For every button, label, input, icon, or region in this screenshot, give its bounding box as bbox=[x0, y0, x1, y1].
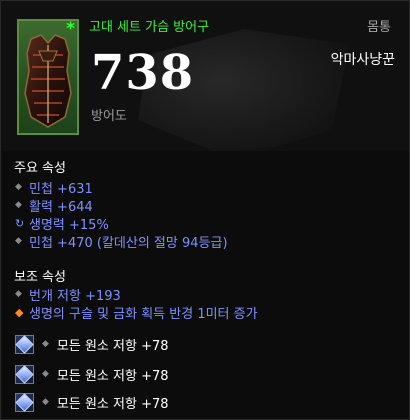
diamond-bullet-icon: ◆ bbox=[42, 397, 49, 407]
primary-attributes-title: 주요 속성 bbox=[14, 161, 66, 176]
socket-bonus-text: 모든 원소 저항 +78 bbox=[56, 368, 169, 384]
diamond-bullet-icon: ◆ bbox=[15, 200, 22, 210]
primary-attribute-text: 민첩 +631 bbox=[29, 181, 93, 197]
chest-armor-icon bbox=[24, 34, 72, 128]
secondary-attributes-title: 보조 속성 bbox=[14, 270, 66, 285]
secondary-attribute-text: 생명의 구슬 및 금화 획득 반경 1미터 증가 bbox=[29, 306, 258, 322]
tooltip-header: * 고대 세트 가슴 방어구 몸통 악마사냥꾼 738 방어도 bbox=[1, 1, 409, 151]
primary-attribute-text: 활력 +644 bbox=[29, 199, 93, 215]
item-name: 고대 세트 가슴 방어구 bbox=[89, 20, 210, 35]
item-class-label: 악마사냥꾼 bbox=[330, 52, 395, 68]
item-tooltip: * 고대 세트 가슴 방어구 몸통 악마사냥꾼 738 방어도 주요 속성 ◆ … bbox=[0, 0, 410, 420]
item-slot-label: 몸통 bbox=[367, 20, 391, 35]
gem-socket-row[interactable]: ◆ 모든 원소 저항 +78 bbox=[15, 390, 169, 414]
item-icon-frame[interactable]: * bbox=[17, 19, 79, 135]
primary-attribute-row: ◆ 민첩 +631 bbox=[15, 178, 93, 197]
diamond-bullet-icon: ◆ bbox=[15, 182, 22, 192]
primary-attribute-text: 생명력 +15% bbox=[29, 217, 109, 233]
diamond-bullet-icon: ◆ bbox=[15, 289, 22, 299]
diamond-bullet-icon: ◆ bbox=[42, 339, 49, 349]
gem-socket-row[interactable]: ◆ 모든 원소 저항 +78 bbox=[15, 362, 169, 386]
socket-bonus-text: 모든 원소 저항 +78 bbox=[56, 396, 169, 412]
socket-bonus-text: 모든 원소 저항 +78 bbox=[56, 338, 169, 354]
primary-attribute-row: ↻ 생명력 +15% bbox=[15, 214, 109, 233]
primary-attribute-text: 민첩 +470 (칼데산의 절망 94등급) bbox=[29, 235, 228, 251]
diamond-gem-icon bbox=[15, 334, 34, 354]
diamond-bullet-icon: ◆ bbox=[42, 369, 49, 379]
swirl-bullet-icon: ↻ bbox=[15, 216, 25, 230]
secondary-attribute-row: ◆ 생명의 구슬 및 금화 획득 반경 1미터 증가 bbox=[15, 303, 258, 322]
diamond-gem-icon bbox=[15, 392, 34, 412]
primary-attribute-row: ◆ 활력 +644 bbox=[15, 196, 93, 215]
armor-value: 738 bbox=[91, 45, 195, 101]
armor-label: 방어도 bbox=[91, 109, 127, 124]
secondary-attribute-text: 번개 저항 +193 bbox=[29, 288, 121, 304]
orange-diamond-bullet-icon: ◆ bbox=[15, 305, 24, 319]
secondary-attribute-row: ◆ 번개 저항 +193 bbox=[15, 285, 121, 304]
diamond-gem-icon bbox=[15, 364, 34, 384]
primary-attribute-row: ◆ 민첩 +470 (칼데산의 절망 94등급) bbox=[15, 232, 228, 251]
gem-socket-row[interactable]: ◆ 모든 원소 저항 +78 bbox=[15, 332, 169, 356]
diamond-bullet-icon: ◆ bbox=[15, 236, 22, 246]
